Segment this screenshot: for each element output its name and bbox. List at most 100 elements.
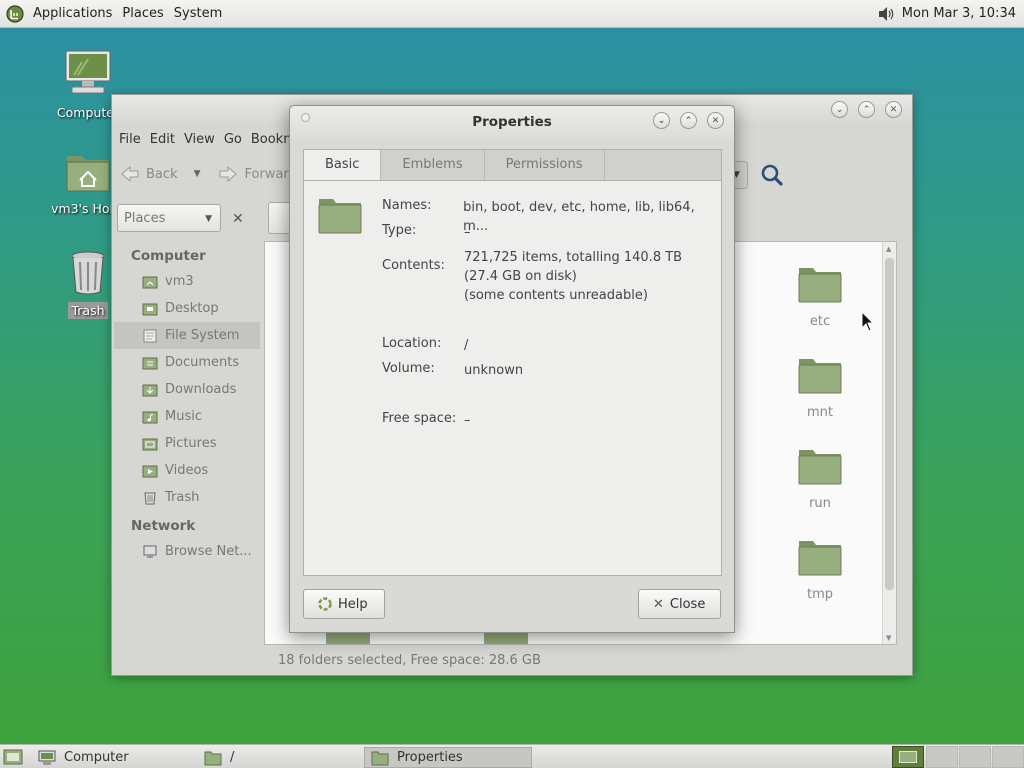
tab-basic[interactable]: Basic <box>304 150 382 180</box>
vertical-scrollbar[interactable]: ▲ ▼ <box>882 242 896 644</box>
sidebar-item-desktop[interactable]: Desktop <box>114 295 260 322</box>
sidebar-item-file-system[interactable]: File System <box>114 322 260 349</box>
sidebar-item-label: Trash <box>165 490 200 505</box>
search-icon <box>761 164 783 186</box>
sidebar-item-downloads[interactable]: Downloads <box>114 376 260 403</box>
maximize-button[interactable]: ⌃ <box>858 101 875 118</box>
task-label: Properties <box>397 750 463 765</box>
task-label: Computer <box>64 750 129 765</box>
sidebar-item-pictures[interactable]: Pictures <box>114 430 260 457</box>
tab-emblems[interactable]: Emblems <box>381 150 485 180</box>
volume-icon[interactable] <box>876 5 896 23</box>
menu-edit[interactable]: Edit <box>150 132 182 147</box>
names-value[interactable]: bin, boot, dev, etc, home, lib, lib64, m… <box>463 198 721 236</box>
contents-items: 721,725 items, totalling 140.8 TB <box>464 250 683 265</box>
volume-row: Volume: unknown <box>382 361 523 380</box>
task-label: / <box>230 750 235 765</box>
menu-file[interactable]: File <box>119 132 148 147</box>
network-icon <box>143 545 157 558</box>
free-space-value: – <box>464 413 471 428</box>
volume-label: Volume: <box>382 361 435 376</box>
folder-item[interactable]: etc <box>790 264 850 329</box>
close-dialog-button[interactable]: ✕ Close <box>638 589 721 619</box>
minimize-button[interactable]: ⌄ <box>831 101 848 118</box>
places-combo[interactable]: Places ▼ <box>117 204 221 232</box>
close-sidebar-icon[interactable]: ✕ <box>232 211 244 227</box>
type-row: Type: – <box>382 223 471 242</box>
location-value[interactable]: / <box>464 336 468 355</box>
file-manager-toolbar: Back ▼ Forward <box>120 159 297 189</box>
places-menu[interactable]: Places <box>117 6 168 21</box>
contents-value[interactable]: 721,725 items, totalling 140.8 TB (27.4 … <box>464 248 682 305</box>
sidebar-item-vm3[interactable]: vm3 <box>114 268 260 295</box>
close-button[interactable]: ✕ <box>707 112 724 129</box>
sidebar-header-network: Network <box>131 518 196 534</box>
dialog-titlebar[interactable]: Properties ⌄ ⌃ ✕ <box>290 106 734 138</box>
clock[interactable]: Mon Mar 3, 10:34 <box>902 6 1016 21</box>
workspace-1[interactable] <box>892 746 924 768</box>
workspace-4[interactable] <box>992 746 1024 768</box>
mouse-cursor-icon <box>861 311 875 332</box>
basic-tab-page: Names: bin, boot, dev, etc, home, lib, l… <box>303 180 722 576</box>
scroll-down-icon[interactable]: ▼ <box>886 634 891 642</box>
menu-go[interactable]: Go <box>224 132 249 147</box>
desktop-icon-label: Trash <box>68 302 108 319</box>
sidebar-item-label: Browse Net... <box>165 544 252 559</box>
trash-icon <box>144 492 156 504</box>
type-value: – <box>464 225 471 240</box>
show-desktop-icon[interactable] <box>3 748 23 766</box>
folder-icon <box>798 450 842 485</box>
chevron-down-icon: ⌄ <box>835 104 844 115</box>
task-properties[interactable]: Properties <box>364 747 532 768</box>
folder-item[interactable]: run <box>790 446 850 511</box>
back-button[interactable]: Back ▼ <box>120 165 200 183</box>
bottom-panel: Computer / Properties <box>0 744 1024 768</box>
help-button[interactable]: Help <box>303 589 385 619</box>
folder-item[interactable]: tmp <box>790 537 850 602</box>
chevron-down-icon[interactable]: ▼ <box>194 169 201 179</box>
tab-permissions[interactable]: Permissions <box>485 150 605 180</box>
computer-icon <box>65 50 111 94</box>
workspace-window-preview <box>899 751 917 763</box>
maximize-button[interactable]: ⌃ <box>680 112 697 129</box>
sidebar-item-documents[interactable]: Documents <box>114 349 260 376</box>
dialog-title: Properties <box>472 114 552 130</box>
home-folder-icon <box>66 156 110 192</box>
sidebar-item-music[interactable]: Music <box>114 403 260 430</box>
applications-menu[interactable]: Applications <box>28 6 117 21</box>
sidebar-item-browse-network[interactable]: Browse Net... <box>114 538 260 565</box>
folder-icon <box>204 751 222 765</box>
contents-note: (some contents unreadable) <box>464 288 648 303</box>
tab-bar: Basic Emblems Permissions <box>303 149 722 180</box>
chevron-up-icon: ⌃ <box>684 115 693 126</box>
close-icon: ✕ <box>889 104 898 115</box>
free-space-label: Free space: <box>382 411 457 426</box>
task-computer[interactable]: Computer <box>32 747 192 768</box>
window-menu-icon[interactable] <box>301 113 310 122</box>
workspace-2[interactable] <box>926 746 958 768</box>
sidebar-item-label: Pictures <box>165 436 217 451</box>
free-space-row: Free space: – <box>382 411 471 430</box>
menu-view[interactable]: View <box>184 132 222 147</box>
volume-value[interactable]: unknown <box>464 361 523 380</box>
system-menu[interactable]: System <box>169 6 227 21</box>
properties-notebook: Basic Emblems Permissions Names: bin, bo… <box>303 149 722 576</box>
contents-row: Contents: 721,725 items, totalling 140.8… <box>382 248 682 305</box>
sidebar-item-videos[interactable]: Videos <box>114 457 260 484</box>
minimize-button[interactable]: ⌄ <box>653 112 670 129</box>
chevron-down-icon: ▼ <box>205 214 212 224</box>
scrollbar-thumb[interactable] <box>885 258 894 590</box>
home-folder-icon <box>142 276 158 288</box>
workspace-3[interactable] <box>959 746 991 768</box>
forward-button[interactable]: Forward <box>218 165 297 183</box>
sidebar-item-trash[interactable]: Trash <box>114 484 260 511</box>
sidebar: Computer vm3 Desktop File System Documen… <box>114 241 260 673</box>
desktop-folder-icon <box>142 303 158 315</box>
mint-logo-icon[interactable] <box>6 4 24 23</box>
search-button[interactable] <box>758 161 786 189</box>
scroll-up-icon[interactable]: ▲ <box>886 245 891 253</box>
close-button[interactable]: ✕ <box>885 101 902 118</box>
task-file-system[interactable]: / <box>198 747 358 768</box>
folder-item[interactable]: mnt <box>790 355 850 420</box>
sidebar-item-label: Videos <box>165 463 209 478</box>
